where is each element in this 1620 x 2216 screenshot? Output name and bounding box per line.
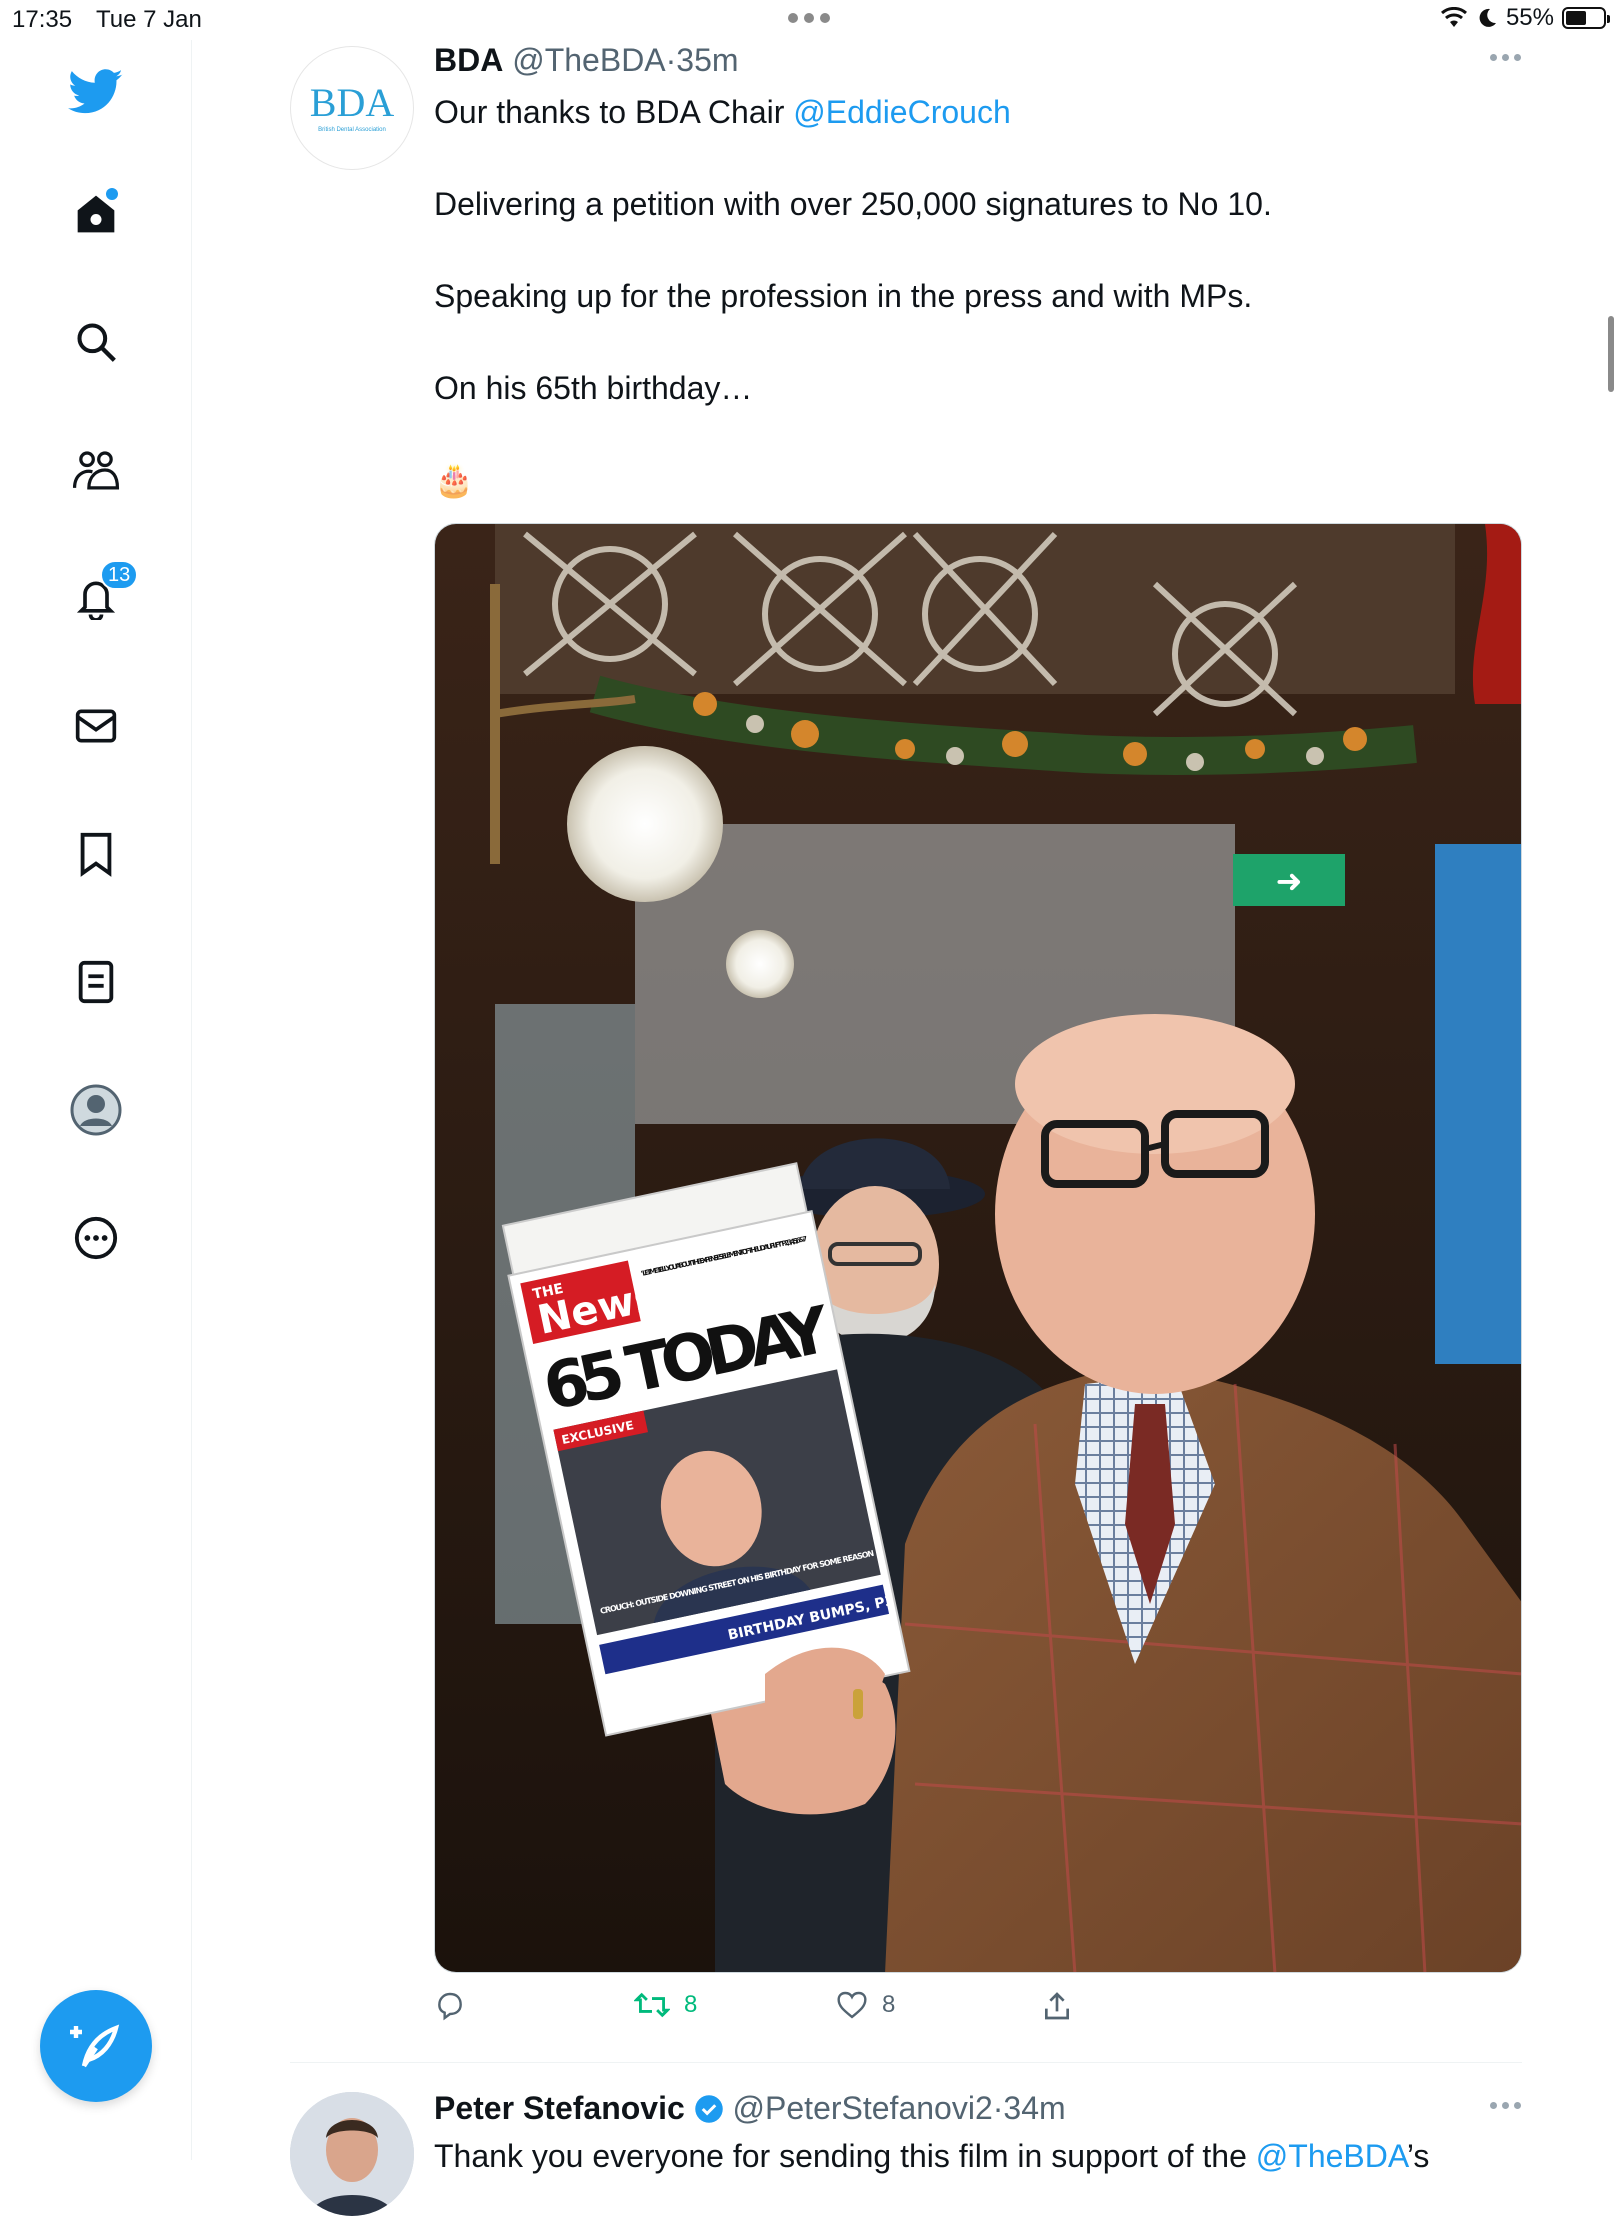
reply-icon: [438, 1992, 462, 2021]
author-avatar[interactable]: BDA British Dental Association: [290, 46, 414, 170]
reply-button[interactable]: [434, 1990, 466, 2022]
next-author-name[interactable]: Peter Stefanovic: [434, 2090, 685, 2126]
more-icon[interactable]: [64, 1206, 128, 1270]
next-author-handle[interactable]: @PeterStefanovi2: [733, 2090, 993, 2126]
status-time: 17:35: [12, 6, 73, 33]
tweet-text-line-3: Speaking up for the profession in the pr…: [434, 278, 1253, 314]
next-tweet-header: Peter Stefanovic @PeterStefanovi2·34m: [434, 2090, 1066, 2127]
header-separator: ·: [665, 42, 677, 78]
next-tweet-time[interactable]: 34m: [1003, 2090, 1065, 2126]
author-handle[interactable]: @TheBDA: [512, 42, 665, 78]
next-tweet-text-suffix: ’s: [1406, 2138, 1430, 2174]
sidebar-nav: 13: [0, 40, 192, 2160]
share-button[interactable]: [1042, 1990, 1072, 2022]
next-tweet-more-icon[interactable]: [1490, 2102, 1521, 2109]
heart-icon: [837, 1991, 867, 2019]
communities-icon[interactable]: [64, 438, 128, 502]
compose-icon: [70, 2024, 120, 2068]
multitasking-dots-icon[interactable]: [788, 8, 834, 28]
tweet-header: BDA @TheBDA·35m: [434, 42, 739, 79]
share-icon: [1045, 1992, 1069, 2020]
next-mention-link[interactable]: @TheBDA: [1256, 2138, 1407, 2174]
retweet-icon: [634, 1992, 670, 2018]
do-not-disturb-moon-icon: [1479, 8, 1496, 27]
next-tweet-text: Thank you everyone for sending this film…: [434, 2136, 1429, 2176]
birthday-cake-emoji: 🎂: [434, 462, 474, 498]
notifications-icon[interactable]: 13: [64, 560, 139, 630]
bda-logo-subtext: British Dental Association: [318, 127, 386, 133]
battery-icon: [1562, 7, 1610, 29]
home-new-dot: [106, 188, 118, 200]
retweet-count: 8: [684, 1991, 698, 2018]
tweet-more-icon[interactable]: [1490, 54, 1521, 61]
exit-sign-arrow: ➜: [1276, 862, 1303, 900]
tweet-text-line-4: On his 65th birthday…: [434, 370, 753, 406]
next-author-avatar[interactable]: [290, 2092, 414, 2216]
like-count: 8: [882, 1991, 896, 2018]
like-button[interactable]: 8: [836, 1990, 895, 2020]
mention-link[interactable]: @EddieCrouch: [793, 94, 1010, 130]
tweet-time[interactable]: 35m: [676, 42, 738, 78]
tweet-photo[interactable]: ➜ THE News "LET ME TELL YOU ABOUT THE EX…: [434, 523, 1522, 1973]
photo-illustration: ➜ THE News "LET ME TELL YOU ABOUT THE EX…: [435, 524, 1521, 1972]
tweet-text-prefix: Our thanks to BDA Chair: [434, 94, 794, 130]
next-header-separator: ·: [992, 2090, 1004, 2126]
search-icon[interactable]: [64, 310, 128, 374]
home-icon[interactable]: [64, 182, 128, 246]
status-right: 55%: [1440, 4, 1610, 32]
tweet-text-line-2: Delivering a petition with over 250,000 …: [434, 186, 1272, 222]
twitter-logo-icon[interactable]: [64, 60, 128, 124]
author-name[interactable]: BDA: [434, 42, 503, 78]
battery-percent: 55%: [1505, 4, 1554, 31]
verified-badge-icon: [694, 2095, 723, 2123]
wifi-icon: [1440, 7, 1467, 27]
status-bar: 17:35 Tue 7 Jan 55%: [0, 0, 1620, 40]
notifications-badge: 13: [100, 560, 139, 590]
profile-icon[interactable]: [64, 1078, 128, 1142]
bookmarks-icon[interactable]: [64, 822, 128, 886]
tweet-divider: [290, 2062, 1522, 2063]
retweet-button[interactable]: 8: [634, 1990, 697, 2020]
lists-icon[interactable]: [64, 950, 128, 1014]
next-tweet-text-prefix: Thank you everyone for sending this film…: [434, 2138, 1256, 2174]
tweet-text-line-1: Our thanks to BDA Chair @EddieCrouch: [434, 92, 1011, 132]
messages-icon[interactable]: [64, 694, 128, 758]
status-date: Tue 7 Jan: [96, 6, 202, 33]
bda-logo-text: BDA: [309, 80, 395, 125]
scrollbar[interactable]: [1608, 316, 1614, 392]
compose-button[interactable]: [40, 1990, 152, 2102]
tweet-actions: 8 8: [434, 1990, 1522, 2038]
